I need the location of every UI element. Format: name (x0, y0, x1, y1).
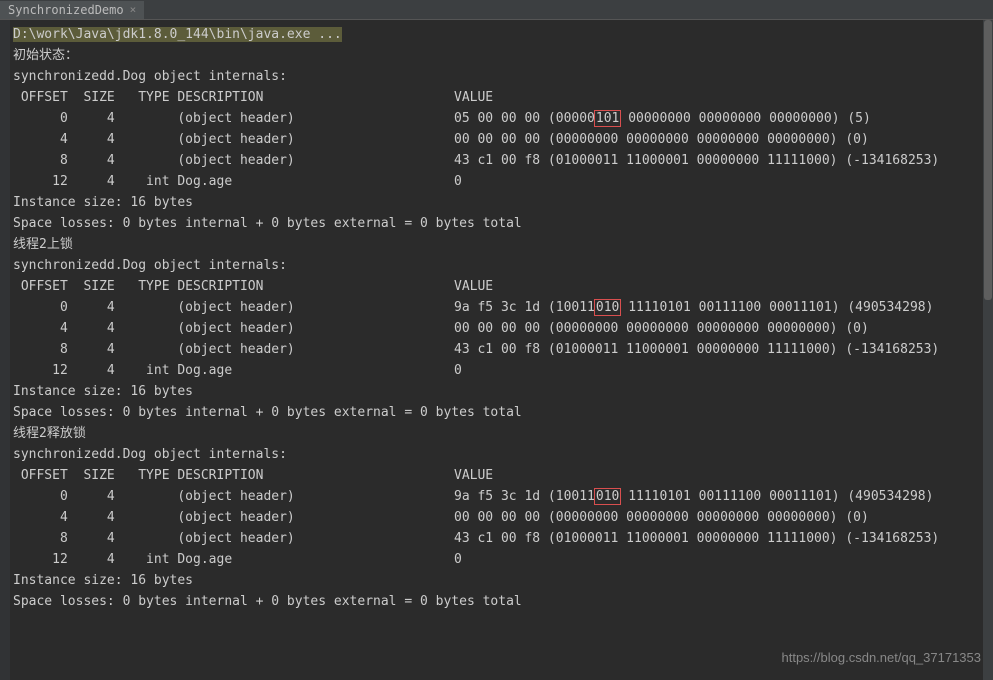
console-line: OFFSET SIZE TYPE DESCRIPTIONVALUE (13, 276, 993, 297)
highlight-annotation: 101 (594, 110, 621, 127)
console-line: Instance size: 16 bytes (13, 381, 993, 402)
console-line: 4 4 (object header)00 00 00 00 (00000000… (13, 129, 993, 150)
close-icon[interactable]: × (130, 3, 137, 16)
console-line: OFFSET SIZE TYPE DESCRIPTIONVALUE (13, 87, 993, 108)
tab-bar: SynchronizedDemo × (0, 0, 993, 20)
console-line: synchronizedd.Dog object internals: (13, 444, 993, 465)
highlight-annotation: 010 (594, 488, 621, 505)
console-line: 0 4 (object header)9a f5 3c 1d (10011010… (13, 486, 993, 507)
console-line: 12 4 int Dog.age0 (13, 360, 993, 381)
console-line: 0 4 (object header)05 00 00 00 (00000101… (13, 108, 993, 129)
tab-synchronized-demo[interactable]: SynchronizedDemo × (0, 1, 144, 19)
command-line: D:\work\Java\jdk1.8.0_144\bin\java.exe .… (13, 24, 993, 45)
console-line: 4 4 (object header)00 00 00 00 (00000000… (13, 507, 993, 528)
console-line: 4 4 (object header)00 00 00 00 (00000000… (13, 318, 993, 339)
console-line: 12 4 int Dog.age0 (13, 549, 993, 570)
console-line: 线程2上锁 (13, 234, 993, 255)
console-line: Space losses: 0 bytes internal + 0 bytes… (13, 213, 993, 234)
console-line: 12 4 int Dog.age0 (13, 171, 993, 192)
console-line: synchronizedd.Dog object internals: (13, 66, 993, 87)
console-line: Instance size: 16 bytes (13, 570, 993, 591)
gutter (0, 20, 10, 680)
highlight-annotation: 010 (594, 299, 621, 316)
watermark: https://blog.csdn.net/qq_37171353 (782, 650, 982, 665)
tab-title: SynchronizedDemo (8, 3, 124, 17)
vertical-scrollbar[interactable] (983, 20, 993, 680)
console-line: 0 4 (object header)9a f5 3c 1d (10011010… (13, 297, 993, 318)
console-line: 线程2释放锁 (13, 423, 993, 444)
console-line: OFFSET SIZE TYPE DESCRIPTIONVALUE (13, 465, 993, 486)
console-line: 初始状态： (13, 45, 993, 66)
console-line: Space losses: 0 bytes internal + 0 bytes… (13, 591, 993, 612)
console-line: 8 4 (object header)43 c1 00 f8 (01000011… (13, 150, 993, 171)
console-line: Space losses: 0 bytes internal + 0 bytes… (13, 402, 993, 423)
console-line: 8 4 (object header)43 c1 00 f8 (01000011… (13, 528, 993, 549)
console-line: 8 4 (object header)43 c1 00 f8 (01000011… (13, 339, 993, 360)
scrollbar-thumb[interactable] (984, 20, 992, 300)
console-line: Instance size: 16 bytes (13, 192, 993, 213)
console-line: synchronizedd.Dog object internals: (13, 255, 993, 276)
console-output[interactable]: D:\work\Java\jdk1.8.0_144\bin\java.exe .… (0, 20, 993, 612)
